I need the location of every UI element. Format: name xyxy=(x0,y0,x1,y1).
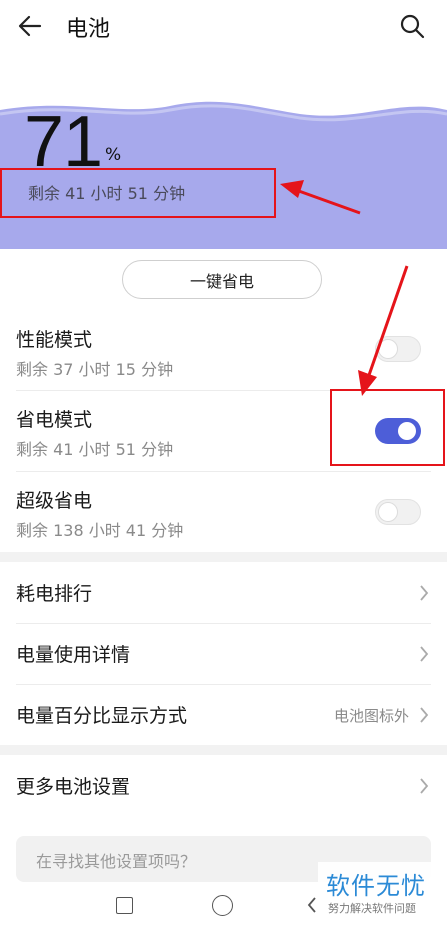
mode-title: 性能模式 xyxy=(16,329,93,351)
list-item-more-battery-settings[interactable]: 更多电池设置 xyxy=(0,756,447,816)
search-button[interactable] xyxy=(394,8,430,44)
mode-title: 省电模式 xyxy=(16,409,93,431)
one-key-save-button[interactable]: 一键省电 xyxy=(122,260,322,299)
watermark-subtitle: 努力解决软件问题 xyxy=(328,902,416,915)
section-gap xyxy=(0,745,447,755)
list-item-power-ranking[interactable]: 耗电排行 xyxy=(0,563,447,623)
app-bar: 电池 xyxy=(0,0,447,52)
back-button[interactable] xyxy=(12,8,48,44)
chevron-right-icon xyxy=(420,585,429,601)
toggle-knob xyxy=(378,502,398,522)
mode-row-performance[interactable]: 性能模式 剩余 37 小时 15 分钟 xyxy=(0,312,447,392)
mode-title: 超级省电 xyxy=(16,490,93,512)
mode-subtitle: 剩余 138 小时 41 分钟 xyxy=(16,521,184,540)
list-value: 电池图标外 xyxy=(333,707,409,725)
chevron-right-icon xyxy=(420,707,429,723)
mode-row-super-saving[interactable]: 超级省电 剩余 138 小时 41 分钟 xyxy=(0,473,447,553)
search-icon xyxy=(400,14,425,39)
back-arrow-icon xyxy=(18,15,42,37)
watermark: 软件无忧 努力解决软件问题 xyxy=(318,862,447,920)
super-saving-mode-toggle[interactable] xyxy=(375,499,421,525)
list-label: 电量百分比显示方式 xyxy=(16,705,188,727)
list-label: 更多电池设置 xyxy=(16,776,131,798)
list-item-percentage-display[interactable]: 电量百分比显示方式 电池图标外 xyxy=(0,685,447,745)
toggle-knob xyxy=(378,339,398,359)
home-icon[interactable] xyxy=(212,895,233,916)
section-gap xyxy=(0,552,447,562)
nav-back-icon[interactable] xyxy=(306,896,318,914)
recent-apps-icon[interactable] xyxy=(116,897,133,914)
list-item-power-usage-details[interactable]: 电量使用详情 xyxy=(0,624,447,684)
mode-subtitle: 剩余 41 小时 51 分钟 xyxy=(16,440,174,459)
list-label: 电量使用详情 xyxy=(16,644,131,666)
annotation-highlight-box xyxy=(0,168,276,218)
annotation-highlight-box xyxy=(330,389,445,466)
chevron-right-icon xyxy=(420,778,429,794)
mode-subtitle: 剩余 37 小时 15 分钟 xyxy=(16,360,174,379)
battery-percent-unit: % xyxy=(105,145,122,165)
performance-mode-toggle[interactable] xyxy=(375,336,421,362)
chevron-right-icon xyxy=(420,646,429,662)
page-title: 电池 xyxy=(66,17,111,42)
watermark-title: 软件无忧 xyxy=(326,872,426,900)
list-label: 耗电排行 xyxy=(16,583,93,605)
search-suggestion-text: 在寻找其他设置项吗？ xyxy=(36,852,197,871)
divider xyxy=(16,471,431,472)
